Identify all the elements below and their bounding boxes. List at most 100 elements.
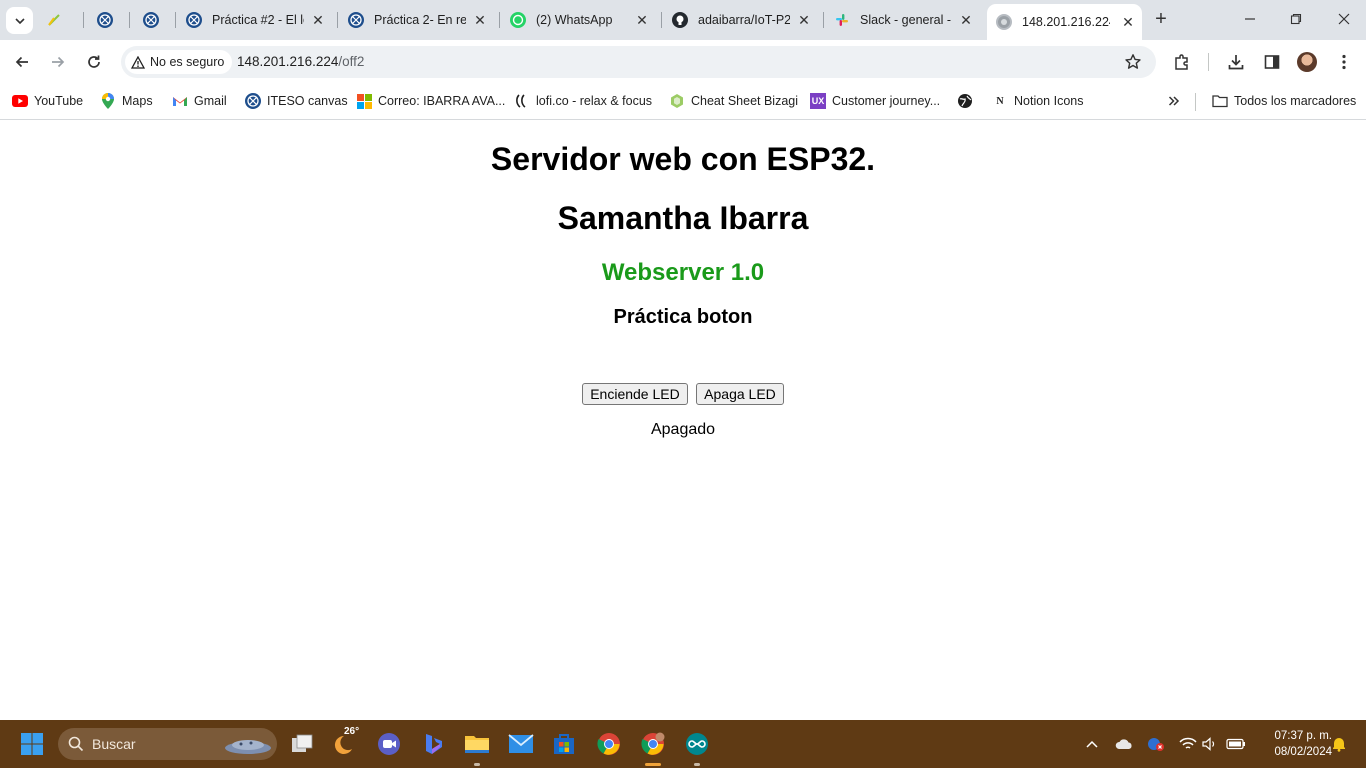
- store-app[interactable]: [548, 728, 580, 760]
- reload-icon: [88, 55, 100, 68]
- bookmark-correo[interactable]: Correo: IBARRA AVA...: [356, 92, 505, 110]
- onedrive-tray[interactable]: [1114, 734, 1134, 754]
- tab-active[interactable]: 148.201.216.224/ ✕: [987, 4, 1142, 40]
- tab-8[interactable]: Slack - general - ✕: [834, 5, 980, 35]
- speaker-icon: [1202, 737, 1215, 751]
- bookmark-maps[interactable]: Maps: [100, 92, 153, 110]
- weather-temp: 26°: [344, 726, 360, 737]
- wifi-icon: [1179, 737, 1197, 749]
- back-arrow-icon: [15, 56, 28, 68]
- tab-search-button[interactable]: [6, 7, 33, 34]
- side-panel-button[interactable]: [1262, 52, 1282, 72]
- bookmark-bizagi[interactable]: Cheat Sheet Bizagi: [669, 92, 798, 110]
- teams-app[interactable]: [373, 728, 405, 760]
- tab-strip: Práctica #2 - El le ✕ Práctica 2- En rev…: [0, 0, 1366, 40]
- weather-widget[interactable]: 26°: [330, 726, 362, 760]
- close-icon[interactable]: ✕: [472, 12, 488, 28]
- restore-button[interactable]: [1286, 10, 1306, 30]
- chrome-app[interactable]: [593, 728, 625, 760]
- folder-icon: [465, 736, 489, 753]
- github-icon: [672, 12, 688, 28]
- close-icon: [1338, 13, 1350, 25]
- show-hidden-icons-button[interactable]: [1082, 734, 1102, 754]
- security-chip[interactable]: No es seguro: [125, 50, 233, 74]
- close-window-button[interactable]: [1334, 10, 1354, 30]
- chrome-icon: [597, 733, 620, 755]
- bookmark-star-icon[interactable]: [1124, 53, 1142, 71]
- task-view-button[interactable]: [286, 728, 318, 760]
- menu-button[interactable]: [1334, 52, 1354, 72]
- page-title: Servidor web con ESP32.: [490, 141, 876, 177]
- download-icon: [1228, 55, 1244, 70]
- taskbar: Buscar 26° 07:37 p. m. 08/02/2024: [0, 720, 1366, 768]
- url-text[interactable]: 148.201.216.224/off2: [237, 54, 364, 69]
- close-icon[interactable]: ✕: [1120, 14, 1136, 30]
- profile-avatar[interactable]: [1297, 52, 1317, 72]
- iteso-icon: [143, 12, 159, 28]
- forward-button[interactable]: [48, 52, 68, 72]
- turn-on-led-button[interactable]: Enciende LED: [582, 383, 688, 405]
- start-button[interactable]: [16, 728, 48, 760]
- mail-app[interactable]: [505, 728, 537, 760]
- folder-icon: [1212, 93, 1228, 109]
- minimize-button[interactable]: [1240, 10, 1260, 30]
- notifications-button[interactable]: [1329, 734, 1349, 754]
- bookmark-lofi[interactable]: lofi.co - relax & focus: [514, 92, 652, 110]
- tab-5[interactable]: Práctica 2- En rev ✕: [348, 5, 494, 35]
- chrome-profile-app[interactable]: [637, 728, 669, 760]
- all-bookmarks-folder[interactable]: Todos los marcadores: [1212, 92, 1356, 110]
- taskbar-search[interactable]: Buscar: [58, 728, 277, 760]
- search-highlight-image: [225, 740, 271, 754]
- tab-6[interactable]: (2) WhatsApp ✕: [510, 5, 656, 35]
- bookmark-globe[interactable]: [957, 92, 979, 110]
- arduino-app[interactable]: [681, 728, 713, 760]
- turn-off-led-button[interactable]: Apaga LED: [696, 383, 784, 405]
- wifi-tray[interactable]: [1178, 734, 1198, 754]
- tab-4[interactable]: Práctica #2 - El le ✕: [186, 5, 332, 35]
- close-icon[interactable]: ✕: [958, 12, 974, 28]
- new-tab-button[interactable]: +: [1151, 9, 1171, 30]
- iteso-icon: [97, 12, 113, 28]
- extensions-button[interactable]: [1172, 52, 1192, 72]
- close-icon[interactable]: ✕: [310, 12, 326, 28]
- security-label: No es seguro: [150, 55, 225, 69]
- battery-tray[interactable]: [1226, 734, 1246, 754]
- bookmark-customer-journey[interactable]: UX Customer journey...: [810, 92, 940, 110]
- chrome-icon: [641, 732, 665, 755]
- search-icon: [68, 736, 84, 752]
- bookmark-iteso-canvas[interactable]: ITESO canvas: [245, 92, 348, 110]
- more-bookmarks-button[interactable]: [1166, 92, 1188, 110]
- iteso-icon: [245, 93, 261, 109]
- address-bar[interactable]: No es seguro 148.201.216.224/off2: [121, 46, 1156, 78]
- file-explorer-app[interactable]: [461, 728, 493, 760]
- task-view-icon: [292, 734, 313, 752]
- iteso-icon: [186, 12, 202, 28]
- volume-tray[interactable]: [1200, 734, 1220, 754]
- tab-3[interactable]: [143, 5, 173, 35]
- tab-title: Práctica 2- En rev: [374, 13, 466, 27]
- close-icon[interactable]: ✕: [796, 12, 812, 28]
- back-button[interactable]: [12, 52, 32, 72]
- mail-icon: [508, 734, 534, 753]
- tab-title: (2) WhatsApp: [536, 13, 613, 27]
- close-icon[interactable]: ✕: [634, 12, 650, 28]
- bookmark-gmail[interactable]: Gmail: [172, 92, 227, 110]
- gmail-icon: [172, 93, 188, 109]
- side-panel-icon: [1264, 55, 1280, 69]
- downloads-button[interactable]: [1226, 52, 1246, 72]
- browser-toolbar: No es seguro 148.201.216.224/off2: [0, 40, 1366, 84]
- cloud-icon: [1115, 739, 1132, 749]
- copilot-app[interactable]: [417, 728, 449, 760]
- bing-icon: [426, 734, 442, 754]
- tab-1[interactable]: [46, 5, 76, 35]
- bookmark-youtube[interactable]: YouTube: [12, 92, 83, 110]
- tab-7[interactable]: adaibarra/IoT-P2 ✕: [672, 5, 818, 35]
- tab-2[interactable]: [97, 5, 127, 35]
- bookmark-notion-icons[interactable]: N Notion Icons: [992, 92, 1083, 110]
- vpn-tray[interactable]: [1146, 734, 1166, 754]
- restore-icon: [1290, 13, 1302, 25]
- store-icon: [554, 734, 574, 754]
- reload-button[interactable]: [84, 52, 104, 72]
- clock[interactable]: 07:37 p. m. 08/02/2024: [1252, 728, 1332, 760]
- iteso-icon: [348, 12, 364, 28]
